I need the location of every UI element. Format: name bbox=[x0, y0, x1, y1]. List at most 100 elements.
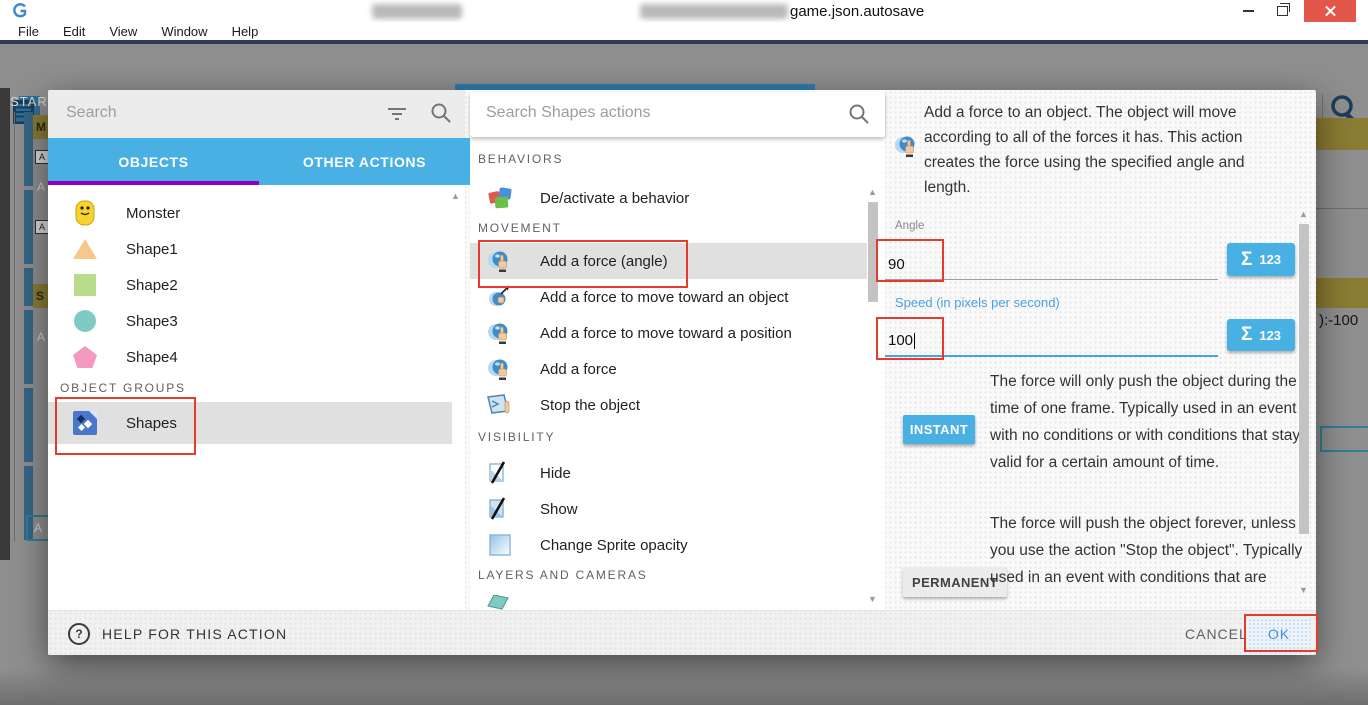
object-label: Shape1 bbox=[126, 241, 178, 258]
close-button[interactable] bbox=[1304, 0, 1356, 22]
speed-label: Speed (in pixels per second) bbox=[895, 295, 1060, 310]
action-force-toward-position[interactable]: Add a force to move toward a position bbox=[470, 315, 867, 351]
tab-other-actions-label: OTHER ACTIONS bbox=[303, 154, 426, 170]
list-item-monster[interactable]: Monster bbox=[48, 195, 452, 231]
menu-bar: File Edit View Window Help bbox=[0, 22, 1368, 40]
opacity-icon bbox=[486, 534, 514, 556]
scroll-up-icon[interactable]: ▲ bbox=[868, 188, 877, 197]
object-tabs: OBJECTS OTHER ACTIONS bbox=[48, 138, 470, 185]
gdevelop-logo-icon bbox=[10, 3, 28, 19]
restore-button[interactable] bbox=[1266, 0, 1298, 22]
event-tree-line bbox=[14, 112, 15, 542]
help-link[interactable]: ? HELP FOR THIS ACTION bbox=[68, 623, 287, 645]
action-label: De/activate a behavior bbox=[540, 190, 689, 207]
section-layers-cameras: LAYERS AND CAMERAS bbox=[478, 568, 648, 582]
action-label: Stop the object bbox=[540, 397, 640, 414]
show-icon bbox=[486, 497, 514, 521]
menu-view[interactable]: View bbox=[99, 24, 147, 39]
tab-objects-label: OBJECTS bbox=[118, 154, 188, 170]
list-item-shape1[interactable]: Shape1 bbox=[48, 231, 452, 267]
action-stop-object[interactable]: Stop the object bbox=[470, 387, 867, 423]
monster-object-icon bbox=[72, 200, 98, 226]
angle-expression-button[interactable]: Σ 123 bbox=[1227, 243, 1295, 276]
annotation-add-force-angle bbox=[478, 240, 688, 288]
circle-object-icon bbox=[72, 309, 98, 333]
actions-search-input[interactable] bbox=[484, 103, 818, 123]
scroll-down-icon[interactable]: ▼ bbox=[868, 595, 877, 604]
comment-row-fragment bbox=[1316, 118, 1368, 150]
object-search-bar bbox=[48, 90, 465, 138]
list-item-shape3[interactable]: Shape3 bbox=[48, 303, 452, 339]
title-bar: game.json.autosave bbox=[0, 0, 1368, 22]
sigma-icon: Σ bbox=[1241, 324, 1252, 346]
window-title: game.json.autosave bbox=[790, 3, 924, 20]
menu-file[interactable]: File bbox=[8, 24, 49, 39]
row-divider bbox=[1316, 208, 1368, 209]
focused-event-fragment: A bbox=[26, 515, 50, 541]
comment-row-fragment bbox=[1316, 278, 1368, 308]
scroll-up-icon[interactable]: ▲ bbox=[1299, 210, 1308, 219]
list-item-shape2[interactable]: Shape2 bbox=[48, 267, 452, 303]
numbers-label: 123 bbox=[1259, 252, 1281, 267]
scrollbar-thumb[interactable] bbox=[1299, 224, 1309, 534]
tab-objects[interactable]: OBJECTS bbox=[48, 138, 259, 185]
actions-search-bar bbox=[470, 92, 885, 137]
action-change-opacity[interactable]: Change Sprite opacity bbox=[470, 527, 867, 563]
restore-icon bbox=[1277, 6, 1288, 16]
close-icon bbox=[1324, 5, 1337, 18]
force-icon bbox=[894, 132, 920, 165]
event-letter: S bbox=[36, 289, 44, 303]
help-label: HELP FOR THIS ACTION bbox=[102, 626, 287, 642]
tab-other-actions[interactable]: OTHER ACTIONS bbox=[259, 138, 470, 185]
menu-window[interactable]: Window bbox=[151, 24, 217, 39]
cancel-button[interactable]: CANCEL bbox=[1185, 626, 1248, 642]
focused-field-fragment bbox=[1320, 426, 1368, 452]
object-groups-header: OBJECT GROUPS bbox=[60, 381, 186, 395]
instant-button[interactable]: INSTANT bbox=[903, 415, 975, 444]
minimize-button[interactable] bbox=[1232, 0, 1264, 22]
annotation-speed-value bbox=[876, 317, 944, 360]
bottom-shadow bbox=[0, 668, 1368, 705]
search-icon[interactable] bbox=[430, 102, 452, 124]
action-label: Add a force to move toward a position bbox=[540, 325, 792, 342]
filter-icon[interactable] bbox=[386, 107, 408, 121]
blurred-text-patch bbox=[640, 4, 788, 19]
event-row-bar bbox=[24, 190, 33, 264]
action-editor-dialog: OBJECTS OTHER ACTIONS ▲ Monster Shape1 bbox=[48, 90, 1316, 655]
event-letter: M bbox=[36, 120, 46, 134]
search-icon[interactable] bbox=[848, 103, 870, 125]
angle-label: Angle bbox=[895, 220, 924, 232]
event-row-bar bbox=[24, 268, 33, 306]
annotation-shapes-group bbox=[55, 397, 196, 455]
annotation-angle-value bbox=[876, 239, 944, 282]
action-label: Add a force to move toward an object bbox=[540, 289, 788, 306]
object-search-input[interactable] bbox=[64, 103, 368, 123]
action-chip: A bbox=[35, 150, 49, 164]
square-object-icon bbox=[72, 273, 98, 297]
action-label: Hide bbox=[540, 465, 571, 482]
object-label: Monster bbox=[126, 205, 180, 222]
action-hide[interactable]: Hide bbox=[470, 455, 867, 491]
list-item-shape4[interactable]: Shape4 bbox=[48, 339, 452, 375]
help-icon: ? bbox=[68, 623, 90, 645]
event-row-bar bbox=[24, 112, 33, 186]
scroll-down-icon[interactable]: ▼ bbox=[1299, 586, 1308, 595]
scroll-up-icon[interactable]: ▲ bbox=[451, 192, 460, 201]
speed-expression-button[interactable]: Σ 123 bbox=[1227, 319, 1295, 351]
stop-object-icon bbox=[486, 393, 514, 417]
object-label: Shape2 bbox=[126, 277, 178, 294]
action-add-force[interactable]: Add a force bbox=[470, 351, 867, 387]
force-icon bbox=[486, 320, 514, 346]
blurred-text-patch bbox=[372, 4, 462, 19]
menu-edit[interactable]: Edit bbox=[53, 24, 95, 39]
object-label: Shape3 bbox=[126, 313, 178, 330]
action-deactivate-behavior[interactable]: De/activate a behavior bbox=[470, 180, 867, 216]
event-row-bar bbox=[24, 310, 33, 384]
event-letter: A bbox=[37, 180, 45, 194]
behavior-icon bbox=[486, 186, 514, 210]
action-show[interactable]: Show bbox=[470, 491, 867, 527]
force-icon bbox=[486, 356, 514, 382]
menu-help[interactable]: Help bbox=[222, 24, 269, 39]
action-description: Add a force to an object. The object wil… bbox=[924, 100, 1280, 200]
section-visibility: VISIBILITY bbox=[478, 430, 555, 444]
